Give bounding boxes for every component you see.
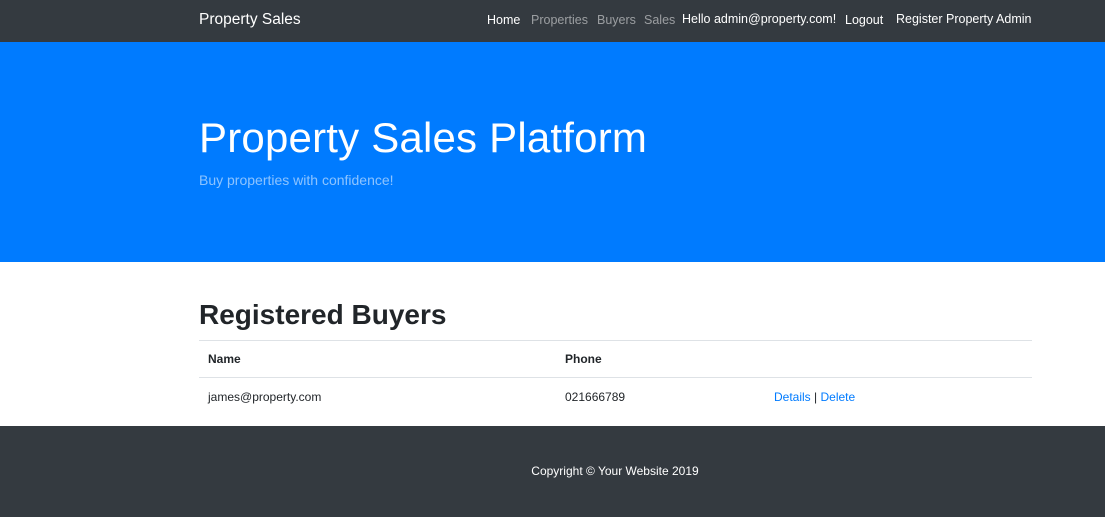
top-navbar: Property Sales Home Properties Buyers Sa… xyxy=(0,0,1105,42)
hero-subtitle: Buy properties with confidence! xyxy=(199,172,394,188)
details-link[interactable]: Details xyxy=(774,390,811,404)
table-row: james@property.com 021666789 Details | D… xyxy=(199,377,1032,416)
brand-link[interactable]: Property Sales xyxy=(199,11,301,29)
action-separator: | xyxy=(814,389,818,404)
hero-title: Property Sales Platform xyxy=(199,114,648,161)
buyers-table: Name Phone james@property.com 021666789 … xyxy=(199,340,1032,416)
table-header-row: Name Phone xyxy=(199,340,1032,378)
delete-link[interactable]: Delete xyxy=(821,390,856,404)
nav-properties[interactable]: Properties xyxy=(531,13,588,27)
logout-link[interactable]: Logout xyxy=(845,13,883,27)
buyer-phone-cell: 021666789 xyxy=(556,377,765,416)
column-header-name: Name xyxy=(199,340,556,378)
page-title: Registered Buyers xyxy=(199,299,447,330)
register-admin-link[interactable]: Register Property Admin xyxy=(896,12,1031,26)
hero-banner: Property Sales Platform Buy properties w… xyxy=(0,42,1105,262)
buyers-table-container: Name Phone james@property.com 021666789 … xyxy=(199,340,1032,416)
nav-sales[interactable]: Sales xyxy=(644,13,675,27)
nav-buyers[interactable]: Buyers xyxy=(597,13,636,27)
column-header-actions xyxy=(765,340,1032,378)
page-footer: Copyright © Your Website 2019 xyxy=(0,426,1105,517)
column-header-phone: Phone xyxy=(556,340,765,378)
user-greeting-link[interactable]: Hello admin@property.com! xyxy=(682,12,836,26)
buyer-name-cell: james@property.com xyxy=(199,377,556,416)
nav-home[interactable]: Home xyxy=(487,13,520,27)
buyer-actions-cell: Details | Delete xyxy=(765,377,1032,416)
copyright-text: Copyright © Your Website 2019 xyxy=(531,464,699,478)
